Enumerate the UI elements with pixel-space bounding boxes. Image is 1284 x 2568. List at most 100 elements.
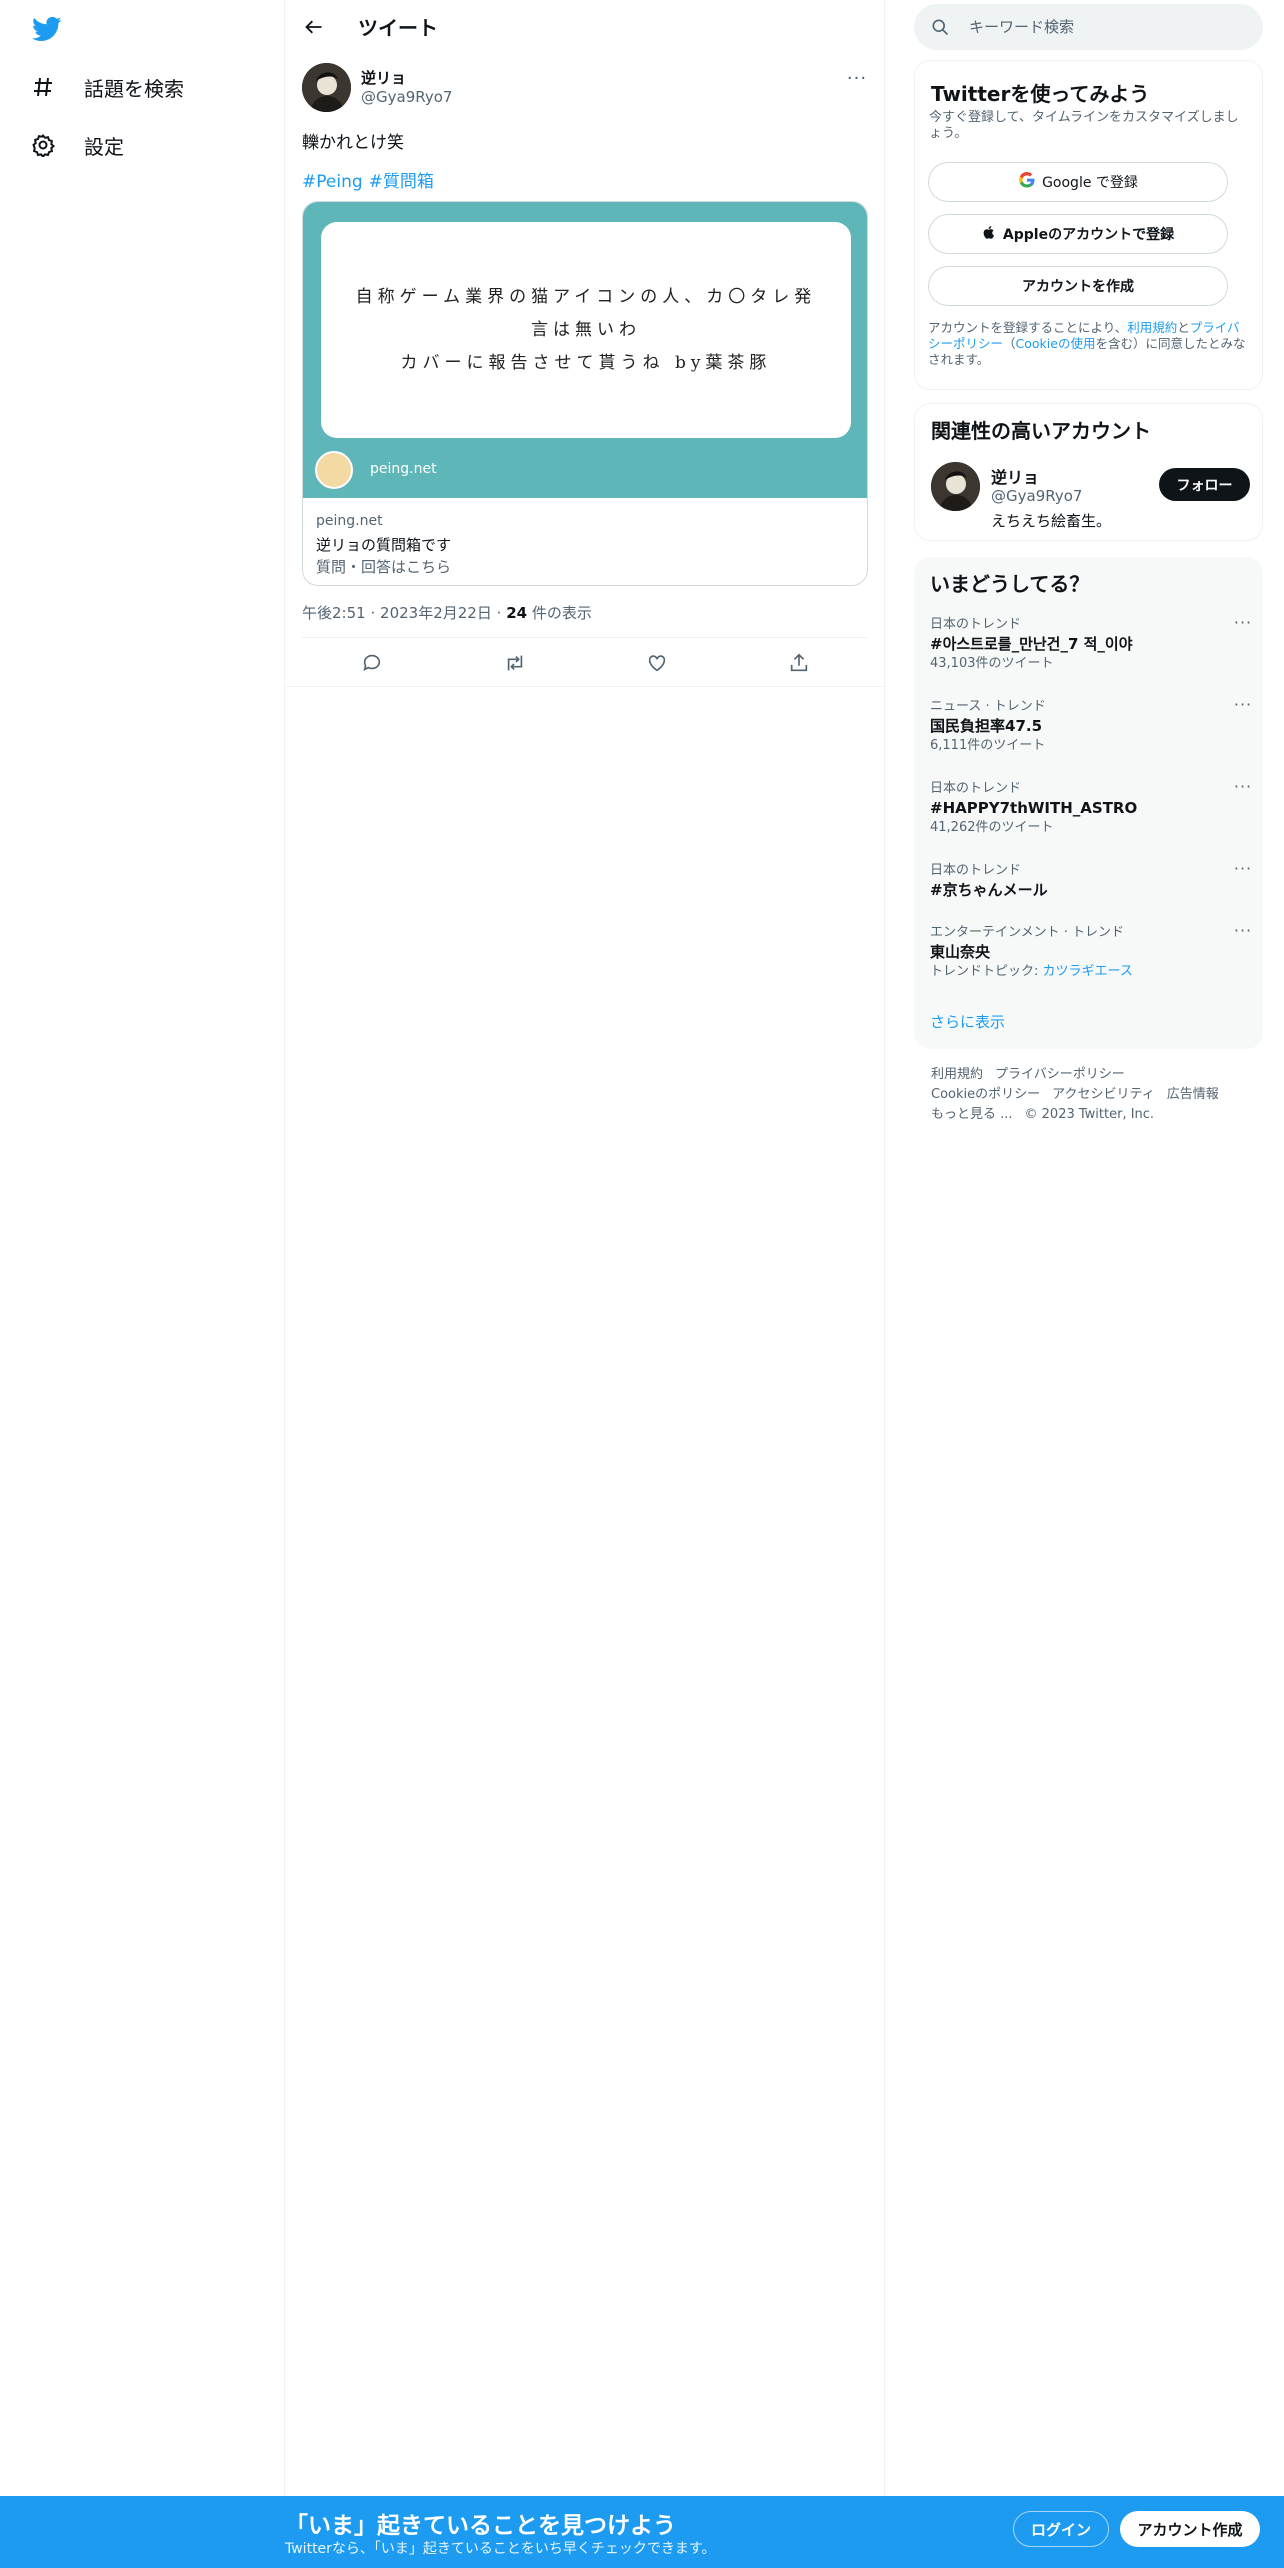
banner-title: 「いま」起きていることを見つけよう [285, 2513, 676, 2539]
trend-more-icon[interactable]: ··· [1232, 923, 1254, 943]
retweet-icon[interactable] [500, 648, 530, 678]
related-name[interactable]: 逆リョ [991, 464, 1039, 488]
hashtag-icon [30, 74, 56, 100]
apple-signup-label: Appleのアカウントで登録 [1002, 227, 1175, 243]
related-title: 関連性の高いアカウント [931, 419, 1151, 443]
tweet-text: 轢かれとけ笑 [302, 133, 404, 153]
hashtag-link[interactable]: #質問箱 [369, 172, 434, 192]
search-box[interactable] [914, 4, 1263, 50]
nav-settings-label: 設定 [84, 134, 124, 159]
trend-item[interactable]: 日本のトレンド #HAPPY7thWITH_ASTRO 41,262件のツイート… [930, 779, 1251, 837]
google-logo-icon [1018, 171, 1036, 193]
card-question-box: 自称ゲーム業界の猫アイコンの人、カ〇タレ発 言は無いわ カバーに報告させて貰うね… [321, 222, 851, 438]
footer-more[interactable]: もっと見る ... [931, 1107, 1013, 1122]
related-avatar[interactable] [931, 462, 980, 511]
footer-ads[interactable]: 広告情報 [1167, 1087, 1219, 1102]
views-label: 件の表示 [531, 604, 592, 622]
legal-text: と [1177, 320, 1190, 335]
footer-privacy[interactable]: プライバシーポリシー [995, 1067, 1125, 1082]
banner-signup-button[interactable]: アカウント作成 [1120, 2511, 1260, 2547]
trend-name: #HAPPY7thWITH_ASTRO [930, 799, 1138, 817]
reply-icon[interactable] [357, 648, 387, 678]
card-image: 自称ゲーム業界の猫アイコンの人、カ〇タレ発 言は無いわ カバーに報告させて貰うね… [303, 202, 867, 498]
share-icon[interactable] [784, 648, 814, 678]
right-sidebar: Twitterを使ってみよう 今すぐ登録して、タイムラインをカスタマイズしましょ… [885, 0, 1284, 2568]
trend-topic: トレンドトピック: カツラギエース [930, 963, 1250, 981]
signup-banner: 「いま」起きていることを見つけよう Twitterなら、「いま」起きていることを… [0, 2496, 1284, 2568]
meta-separator: · [496, 604, 502, 622]
create-account-button[interactable]: アカウントを作成 [928, 266, 1228, 306]
trend-item[interactable]: ニュース · トレンド 国民負担率47.5 6,111件のツイート ··· [930, 697, 1251, 755]
login-button[interactable]: ログイン [1013, 2511, 1109, 2547]
nav-explore-label: 話題を検索 [84, 76, 184, 101]
trend-category: 日本のトレンド [930, 617, 1022, 632]
trend-more-icon[interactable]: ··· [1232, 697, 1254, 717]
signup-title: Twitterを使ってみよう [931, 82, 1150, 106]
card-question-line: 自称ゲーム業界の猫アイコンの人、カ〇タレ発 [355, 286, 817, 307]
footer-cookie[interactable]: Cookieのポリシー [931, 1087, 1040, 1102]
trend-name: #아스트로를_만난건_7 적_이야 [930, 635, 1133, 653]
views-count: 24 [506, 604, 528, 622]
hashtag-link[interactable]: #Peing [302, 172, 363, 192]
trends-panel: いまどうしてる？ 日本のトレンド #아스트로를_만난건_7 적_이야 43,10… [914, 557, 1263, 1049]
apple-signup-button[interactable]: Appleのアカウントで登録 [928, 214, 1228, 254]
footer-accessibility[interactable]: アクセシビリティ [1052, 1087, 1155, 1102]
card-domain: peing.net [316, 513, 383, 529]
card-question-line: カバーに報告させて貰うね by葉茶豚 [400, 352, 772, 373]
left-sidebar: 話題を検索 設定 [0, 0, 285, 2568]
trend-item[interactable]: 日本のトレンド #京ちゃんメール ··· [930, 861, 1251, 901]
more-options-icon[interactable]: ··· [845, 66, 869, 90]
related-handle[interactable]: @Gya9Ryo7 [991, 487, 1082, 505]
show-more-link[interactable]: さらに表示 [930, 1011, 1005, 1032]
back-arrow-icon[interactable] [299, 12, 329, 42]
nav-settings[interactable]: 設定 [30, 125, 124, 165]
trend-count: 6,111件のツイート [930, 738, 1046, 753]
trend-name: 国民負担率47.5 [930, 717, 1043, 735]
author-handle[interactable]: @Gya9Ryo7 [361, 88, 452, 106]
trend-more-icon[interactable]: ··· [1232, 861, 1254, 881]
tweet-time[interactable]: 午後2:51 [302, 604, 366, 622]
signup-subtitle: 今すぐ登録して、タイムラインをカスタマイズしましょう。 [929, 110, 1239, 141]
search-icon [930, 17, 950, 41]
tweet-date[interactable]: 2023年2月22日 [380, 604, 492, 622]
trend-category: 日本のトレンド [930, 781, 1022, 796]
related-bio: えちえち絵畜生。 [991, 512, 1112, 530]
footer-links: 利用規約 プライバシーポリシー Cookieのポリシー アクセシビリティ 広告情報 も… [931, 1065, 1261, 1125]
tweet-meta: 午後2:51 · 2023年2月22日 · 24 件の表示 [302, 602, 592, 623]
trend-item[interactable]: エンターテインメント · トレンド 東山奈央 トレンドトピック: カツラギエース… [930, 923, 1251, 981]
trend-topic-prefix: トレンドトピック: [930, 964, 1043, 979]
trend-item[interactable]: 日本のトレンド #아스트로를_만난건_7 적_이야 43,103件のツイート ·… [930, 615, 1251, 673]
page-header: ツイート [285, 0, 885, 54]
trend-name: 東山奈央 [930, 943, 991, 961]
card-title: 逆リョの質問箱です [316, 536, 452, 554]
search-input[interactable] [969, 12, 1249, 42]
create-account-label: アカウントを作成 [1022, 279, 1134, 295]
trend-count: 41,262件のツイート [930, 820, 1054, 835]
google-signup-button[interactable]: Google で登録 [928, 162, 1228, 202]
footer-terms[interactable]: 利用規約 [931, 1067, 983, 1082]
like-heart-icon[interactable] [642, 648, 672, 678]
gear-icon [30, 132, 56, 158]
link-card[interactable]: 自称ゲーム業界の猫アイコンの人、カ〇タレ発 言は無いわ カバーに報告させて貰うね… [302, 201, 868, 586]
twitter-bird-icon[interactable] [30, 14, 64, 44]
trends-title: いまどうしてる？ [930, 572, 1090, 596]
author-name[interactable]: 逆リョ [361, 67, 406, 88]
banner-subtitle: Twitterなら、「いま」起きていることをいち早くチェックできます。 [285, 2541, 716, 2557]
trend-name: #京ちゃんメール [930, 881, 1048, 899]
trend-more-icon[interactable]: ··· [1232, 615, 1254, 635]
tweet-hashtags: #Peing #質問箱 [302, 167, 440, 192]
follow-button[interactable]: フォロー [1159, 468, 1250, 501]
nav-explore[interactable]: 話題を検索 [30, 67, 184, 107]
author-avatar[interactable] [302, 63, 351, 112]
trend-topic-link[interactable]: カツラギエース [1043, 964, 1133, 979]
trend-more-icon[interactable]: ··· [1232, 779, 1254, 799]
page-title: ツイート [358, 16, 438, 40]
cookie-link[interactable]: Cookieの使用 [1016, 336, 1096, 351]
main-column: ツイート 逆リョ @Gya9Ryo7 ··· 轢かれとけ笑 #Peing #質問箱… [285, 0, 885, 2568]
google-signup-label: Google で登録 [1042, 175, 1138, 191]
card-description: 質問・回答はこちら [316, 558, 452, 576]
apple-logo-icon [982, 224, 997, 245]
terms-link[interactable]: 利用規約 [1127, 320, 1177, 335]
card-site-avatar [315, 451, 353, 489]
signup-legal-text: アカウントを登録することにより、利用規約とプライバシーポリシー（Cookieの使… [928, 320, 1250, 368]
